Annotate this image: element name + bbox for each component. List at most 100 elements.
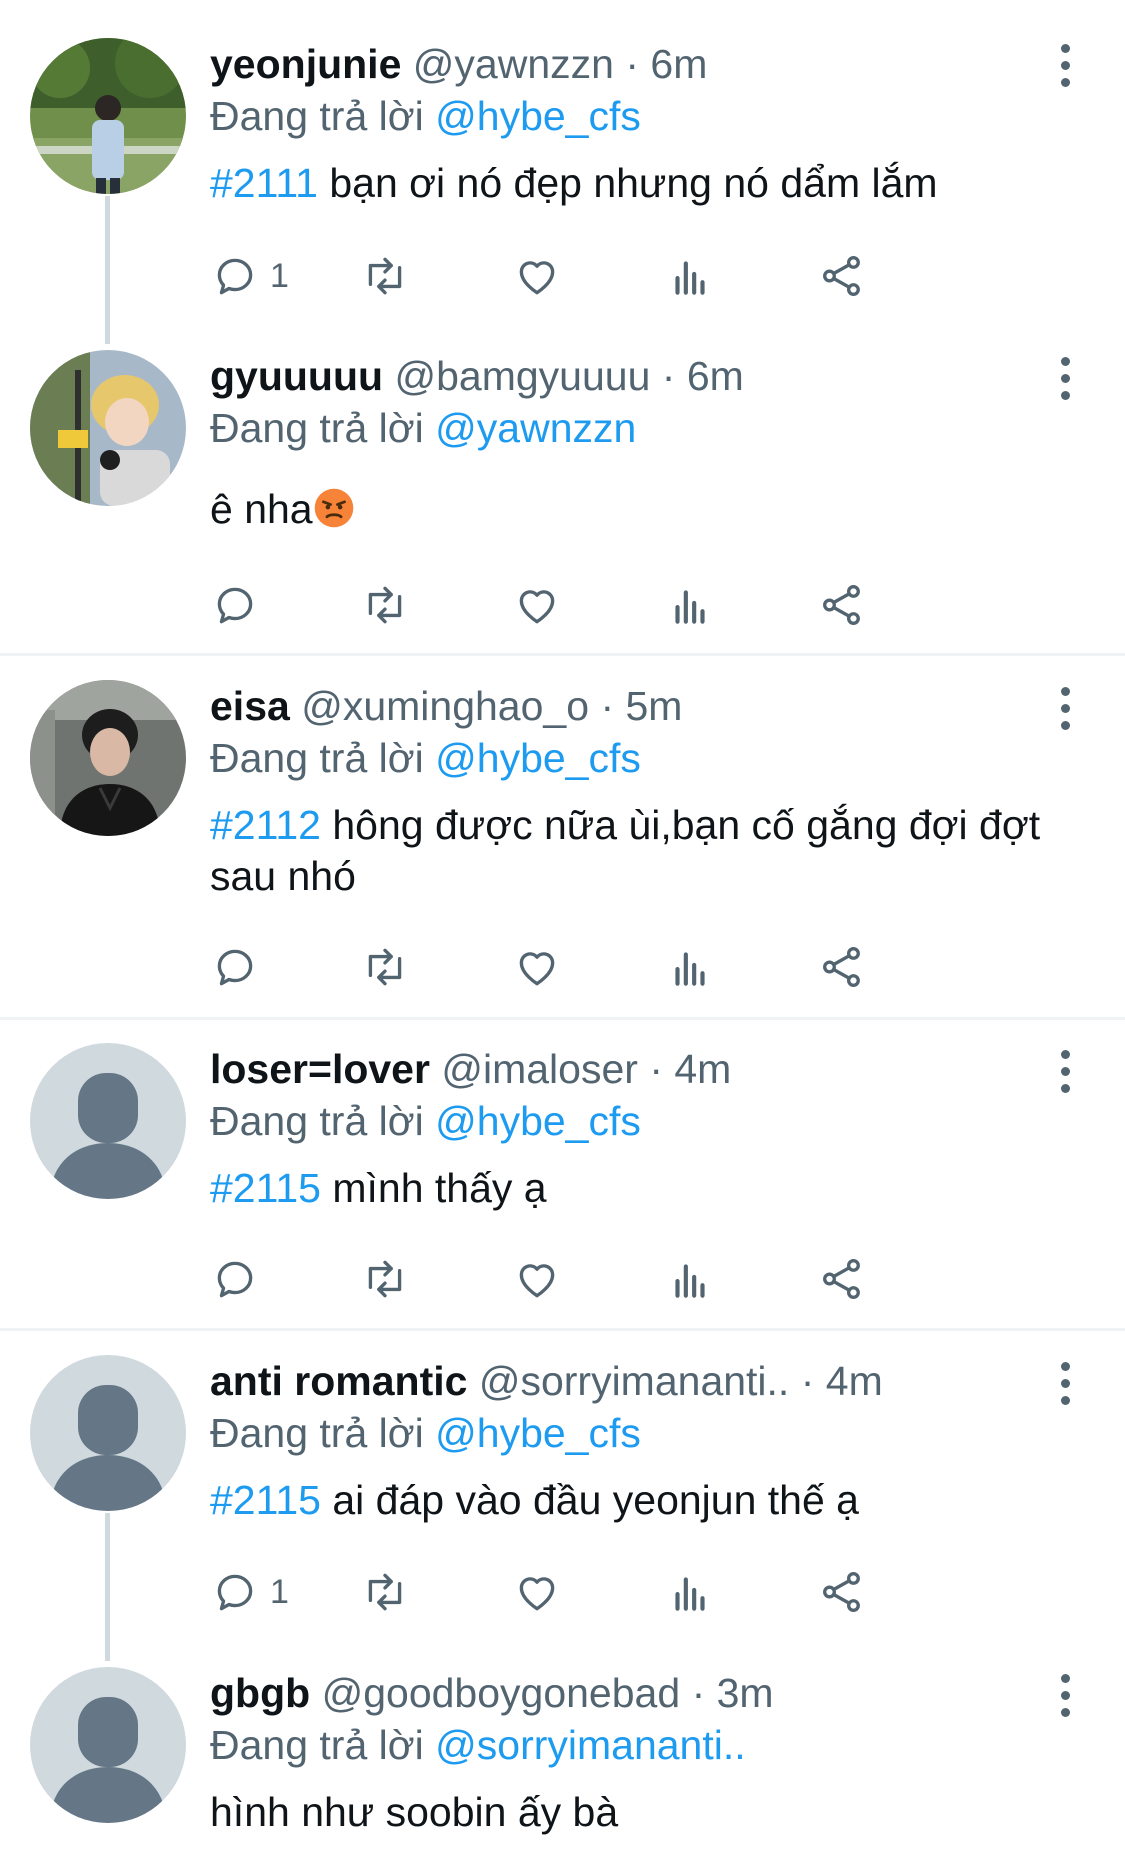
analytics-icon <box>675 261 705 295</box>
like-button[interactable] <box>512 246 562 306</box>
hashtag[interactable]: #2115 <box>210 1165 321 1211</box>
timestamp[interactable]: 4m <box>674 1046 731 1092</box>
retweet-button[interactable] <box>360 246 410 306</box>
like-button[interactable] <box>512 937 562 997</box>
tweet-body: hông được nữa ùi,bạn cố gắng đợi đợt sau… <box>210 802 1041 899</box>
analytics-button[interactable] <box>665 575 715 635</box>
share-icon <box>823 947 860 988</box>
tweet-text: #2115 mình thấy ạ <box>210 1163 1065 1214</box>
tweet-body: hình như soobin ấy bà <box>210 1789 619 1835</box>
share-button[interactable] <box>817 575 867 635</box>
replying-to-mention[interactable]: @hybe_cfs <box>435 1098 641 1144</box>
replying-label: Đang trả lời <box>210 735 424 781</box>
timestamp[interactable]: 6m <box>650 41 707 87</box>
tweet-text: hình như soobin ấy bà <box>210 1787 1065 1838</box>
replying-to-mention[interactable]: @hybe_cfs <box>435 93 641 139</box>
retweet-icon <box>368 948 402 986</box>
hashtag[interactable]: #2112 <box>210 802 321 848</box>
handle[interactable]: @goodboygonebad <box>322 1670 681 1716</box>
display-name[interactable]: eisa <box>210 683 290 729</box>
display-name[interactable]: gbgb <box>210 1670 310 1716</box>
more-options-icon[interactable] <box>1045 1353 1085 1413</box>
analytics-button[interactable] <box>665 1249 715 1309</box>
more-options-icon[interactable] <box>1045 678 1085 738</box>
timestamp[interactable]: 6m <box>687 353 744 399</box>
avatar[interactable] <box>30 680 186 836</box>
share-icon <box>823 585 860 626</box>
replying-to-mention[interactable]: @sorryimananti.. <box>435 1722 745 1768</box>
timestamp[interactable]: 5m <box>626 683 683 729</box>
retweet-icon <box>368 1573 402 1611</box>
timestamp[interactable]: 4m <box>826 1358 883 1404</box>
heart-icon <box>519 261 555 295</box>
like-button[interactable] <box>512 1249 562 1309</box>
share-button[interactable] <box>817 246 867 306</box>
heart-icon <box>519 1264 555 1298</box>
reply-button[interactable] <box>210 575 260 635</box>
retweet-button[interactable] <box>360 1562 410 1622</box>
reply-icon <box>217 1261 253 1298</box>
handle[interactable]: @bamgyuuuu <box>394 353 650 399</box>
timestamp[interactable]: 3m <box>717 1670 774 1716</box>
reply-button[interactable]: 1 <box>210 1562 289 1622</box>
replying-label: Đang trả lời <box>210 1098 424 1144</box>
retweet-icon <box>368 586 402 624</box>
share-icon <box>823 1259 860 1300</box>
tweet-text: #2112 hông được nữa ùi,bạn cố gắng đợi đ… <box>210 800 1065 902</box>
avatar[interactable] <box>30 1043 186 1199</box>
replying-to-mention[interactable]: @hybe_cfs <box>435 735 641 781</box>
handle[interactable]: @sorryimananti.. <box>479 1358 789 1404</box>
share-button[interactable] <box>817 1249 867 1309</box>
handle[interactable]: @xuminghao_o <box>301 683 589 729</box>
retweet-button[interactable] <box>360 575 410 635</box>
reply-icon <box>217 258 253 295</box>
reply-icon <box>217 1574 253 1611</box>
retweet-button[interactable] <box>360 1249 410 1309</box>
more-options-icon[interactable] <box>1045 1665 1085 1725</box>
heart-icon <box>519 590 555 624</box>
analytics-icon <box>675 1577 705 1611</box>
reply-button[interactable]: 1 <box>210 246 289 306</box>
hashtag[interactable]: #2111 <box>210 160 318 206</box>
retweet-button[interactable] <box>360 937 410 997</box>
analytics-button[interactable] <box>665 1562 715 1622</box>
reply-button[interactable] <box>210 937 260 997</box>
like-button[interactable] <box>512 575 562 635</box>
display-name[interactable]: gyuuuuu <box>210 353 383 399</box>
share-button[interactable] <box>817 1562 867 1622</box>
more-options-icon[interactable] <box>1045 1041 1085 1101</box>
more-options-icon[interactable] <box>1045 348 1085 408</box>
handle[interactable]: @imaloser <box>441 1046 638 1092</box>
avatar[interactable] <box>30 38 186 194</box>
tweet-body: mình thấy ạ <box>332 1165 547 1211</box>
tweet-body: ê nha <box>210 486 313 532</box>
heart-icon <box>519 952 555 986</box>
analytics-button[interactable] <box>665 246 715 306</box>
display-name[interactable]: loser=lover <box>210 1046 430 1092</box>
share-button[interactable] <box>817 937 867 997</box>
divider <box>0 1328 1125 1331</box>
dot-separator: · <box>691 1670 706 1716</box>
reply-icon <box>217 587 253 624</box>
analytics-button[interactable] <box>665 937 715 997</box>
tweet-text: #2115 ai đáp vào đầu yeonjun thế ạ <box>210 1475 1065 1526</box>
hashtag[interactable]: #2115 <box>210 1477 321 1523</box>
dot-separator: · <box>625 41 639 87</box>
reply-button[interactable] <box>210 1249 260 1309</box>
more-options-icon[interactable] <box>1045 35 1085 95</box>
avatar[interactable] <box>30 1355 186 1511</box>
photo-avatar-dark <box>30 680 186 836</box>
replying-label: Đang trả lời <box>210 1410 424 1456</box>
replying-to-mention[interactable]: @hybe_cfs <box>435 1410 641 1456</box>
display-name[interactable]: anti romantic <box>210 1358 467 1404</box>
display-name[interactable]: yeonjunie <box>210 41 401 87</box>
angry-face-emoji <box>314 488 353 528</box>
like-button[interactable] <box>512 1562 562 1622</box>
avatar[interactable] <box>30 1667 186 1823</box>
divider <box>0 653 1125 656</box>
replying-to-mention[interactable]: @yawnzzn <box>435 405 636 451</box>
retweet-icon <box>368 257 402 295</box>
avatar[interactable] <box>30 350 186 506</box>
handle[interactable]: @yawnzzn <box>413 41 614 87</box>
dot-separator: · <box>661 353 676 399</box>
